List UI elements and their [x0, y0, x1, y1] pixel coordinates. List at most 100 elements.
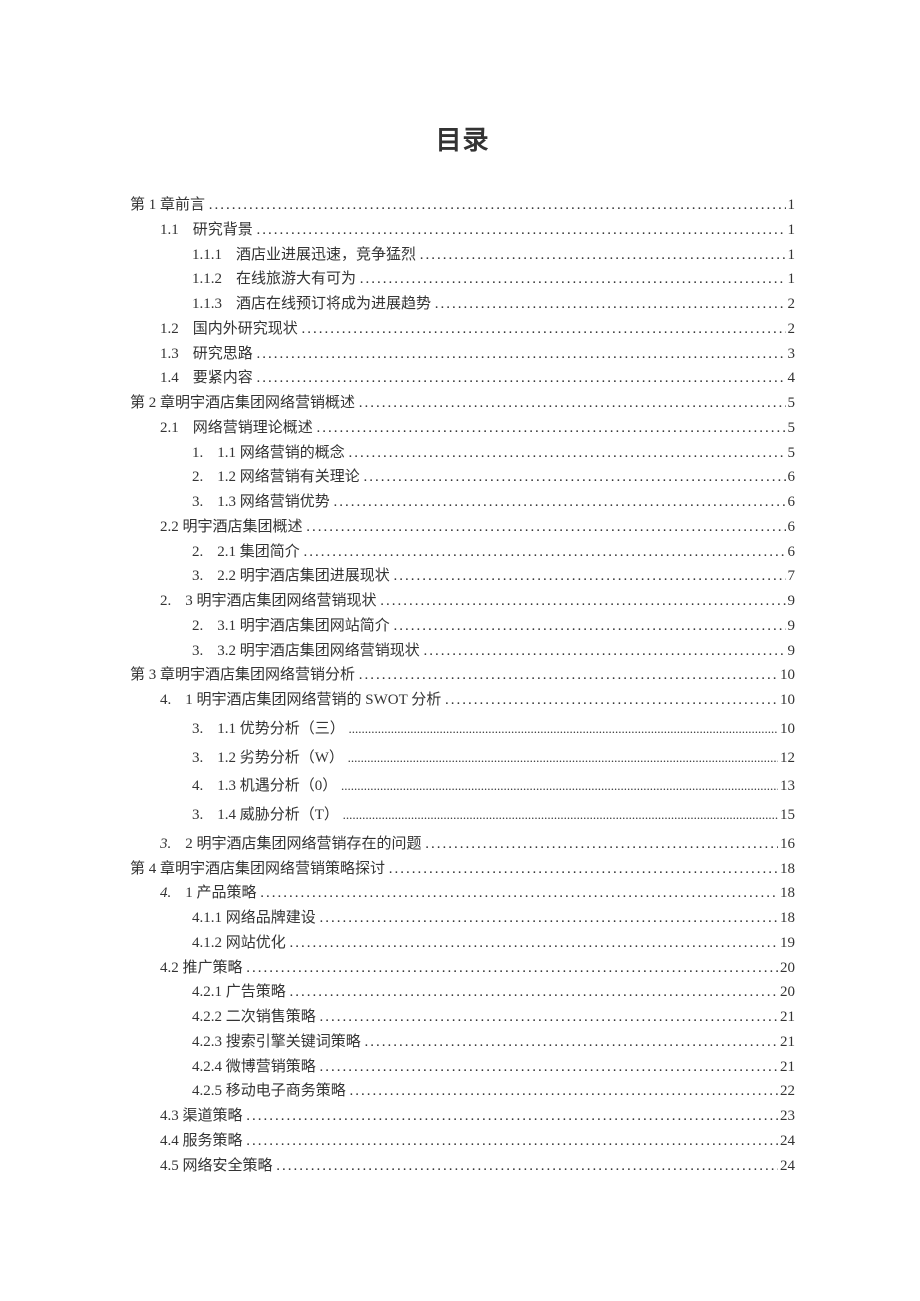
toc-entry-page: 10	[778, 663, 795, 688]
toc-entry-label: 4.2.2 二次销售策略	[192, 1005, 316, 1030]
toc-entry-label: 4.2 推广策略	[160, 956, 243, 981]
toc-leader-dots	[343, 804, 778, 825]
toc-entry-label: 研究背景	[193, 218, 253, 243]
toc-leader-dots	[359, 663, 778, 688]
toc-leader-dots	[424, 639, 786, 664]
toc-entry-label: 要紧内容	[193, 366, 253, 391]
toc-entry-page: 6	[786, 515, 796, 540]
toc-entry-label: 3.1 明宇酒店集团网站简介	[217, 614, 390, 639]
toc-entry-prefix: 3.	[192, 717, 203, 742]
toc-leader-dots	[246, 956, 778, 981]
toc-entry-page: 18	[778, 881, 795, 906]
toc-entry-page: 5	[786, 416, 796, 441]
toc-entry-label: 3 明宇酒店集团网络营销现状	[185, 589, 376, 614]
toc-entry-page: 1	[786, 218, 796, 243]
toc-entry-label: 酒店在线预订将成为进展趋势	[236, 292, 431, 317]
toc-entry-label: 2.1 集团简介	[217, 540, 300, 565]
toc-entry: 第 2 章明宇酒店集团网络营销概述 5	[130, 391, 795, 416]
toc-entry-prefix: 3.	[192, 803, 203, 828]
toc-entry: 2.1网络营销理论概述 5	[130, 416, 795, 441]
toc-leader-dots	[257, 218, 786, 243]
toc-entry-page: 15	[778, 803, 795, 828]
toc-entry: 4.3 渠道策略 23	[130, 1104, 795, 1129]
toc-entry-page: 21	[778, 1055, 795, 1080]
toc-entry: 3.1.1 优势分析（三） 10	[130, 717, 795, 742]
toc-entry-prefix: 3.	[160, 832, 171, 857]
toc-entry-page: 1	[786, 267, 796, 292]
toc-leader-dots	[349, 718, 778, 739]
toc-leader-dots	[209, 193, 786, 218]
toc-entry-page: 21	[778, 1005, 795, 1030]
toc-entry-page: 6	[786, 540, 796, 565]
toc-entry-page: 5	[786, 391, 796, 416]
toc-entry-label: 研究思路	[193, 342, 253, 367]
toc-entry-page: 10	[778, 717, 795, 742]
toc-entry-page: 12	[778, 746, 795, 771]
toc-entry-prefix: 3.	[192, 639, 203, 664]
toc-entry-prefix: 1.2	[160, 317, 179, 342]
toc-entry-label: 在线旅游大有可为	[236, 267, 356, 292]
toc-entry-page: 2	[786, 317, 796, 342]
toc-leader-dots	[420, 243, 786, 268]
toc-entry: 4.2.2 二次销售策略 21	[130, 1005, 795, 1030]
toc-entry: 4.2.3 搜索引擎关键词策略 21	[130, 1030, 795, 1055]
toc-entry: 1.4要紧内容 4	[130, 366, 795, 391]
toc-entry: 4.1 产品策略 18	[130, 881, 795, 906]
toc-entry-page: 6	[786, 465, 796, 490]
toc-entry-page: 24	[778, 1154, 795, 1179]
toc-leader-dots	[341, 775, 778, 796]
toc-entry: 1.1.2在线旅游大有可为 1	[130, 267, 795, 292]
toc-entry-prefix: 3.	[192, 490, 203, 515]
toc-entry-label: 4.1.2 网站优化	[192, 931, 286, 956]
toc-leader-dots	[320, 1005, 778, 1030]
toc-entry-label: 2.2 明宇酒店集团进展现状	[217, 564, 390, 589]
toc-entry: 第 3 章明宇酒店集团网络营销分析 10	[130, 663, 795, 688]
toc-entry-page: 16	[778, 832, 795, 857]
toc-entry-page: 3	[786, 342, 796, 367]
toc-entry-page: 18	[778, 857, 795, 882]
toc-entry-label: 1.2 网络营销有关理论	[217, 465, 360, 490]
toc-entry: 3. 2 明宇酒店集团网络营销存在的问题 16	[130, 832, 795, 857]
toc-entry-prefix: 1.3	[160, 342, 179, 367]
toc-entry-label: 4.2.3 搜索引擎关键词策略	[192, 1030, 361, 1055]
toc-leader-dots	[290, 980, 778, 1005]
toc-entry-label: 第 1 章前言	[130, 193, 205, 218]
toc-entry: 1.2 国内外研究现状 2	[130, 317, 795, 342]
toc-entry-prefix: 4.	[160, 688, 171, 713]
toc-leader-dots	[302, 317, 786, 342]
toc-leader-dots	[257, 366, 786, 391]
toc-leader-dots	[360, 267, 786, 292]
toc-entry-label: 2.2 明宇酒店集团概述	[160, 515, 303, 540]
toc-leader-dots	[304, 540, 786, 565]
toc-entry-label: 4.1.1 网络品牌建设	[192, 906, 316, 931]
toc-entry: 3.1.2 劣势分析（W） 12	[130, 746, 795, 771]
toc-entry-prefix: 2.	[192, 465, 203, 490]
toc-entry: 2.2 明宇酒店集团概述 6	[130, 515, 795, 540]
toc-entry: 2. 1.2 网络营销有关理论 6	[130, 465, 795, 490]
toc-entry-label: 2 明宇酒店集团网络营销存在的问题	[185, 832, 421, 857]
toc-entry-prefix: 4.	[192, 774, 203, 799]
toc-entry-page: 23	[778, 1104, 795, 1129]
toc-leader-dots	[246, 1129, 778, 1154]
table-of-contents: 第 1 章前言 11.1研究背景 11.1.1酒店业进展迅速，竞争猛烈 11.1…	[130, 193, 795, 1178]
toc-entry: 2.2.1 集团简介 6	[130, 540, 795, 565]
toc-entry-page: 24	[778, 1129, 795, 1154]
toc-entry-label: 国内外研究现状	[193, 317, 298, 342]
toc-entry-page: 19	[778, 931, 795, 956]
toc-entry-label: 网络营销理论概述	[193, 416, 313, 441]
toc-leader-dots	[257, 342, 786, 367]
toc-entry-prefix: 2.	[160, 589, 171, 614]
toc-entry-label: 1.4 威胁分析（T）	[217, 803, 339, 828]
toc-entry: 3.1.3 网络营销优势 6	[130, 490, 795, 515]
toc-leader-dots	[317, 416, 786, 441]
toc-leader-dots	[290, 931, 778, 956]
toc-entry: 1.3 研究思路 3	[130, 342, 795, 367]
toc-entry: 3.2.2 明宇酒店集团进展现状 7	[130, 564, 795, 589]
toc-entry-label: 1.3 机遇分析（0）	[217, 774, 337, 799]
toc-entry-page: 1	[786, 243, 796, 268]
toc-entry: 4.1.1 网络品牌建设 18	[130, 906, 795, 931]
toc-leader-dots	[246, 1104, 778, 1129]
toc-entry-page: 13	[778, 774, 795, 799]
toc-entry-page: 2	[786, 292, 796, 317]
toc-entry-label: 4.2.4 微博营销策略	[192, 1055, 316, 1080]
